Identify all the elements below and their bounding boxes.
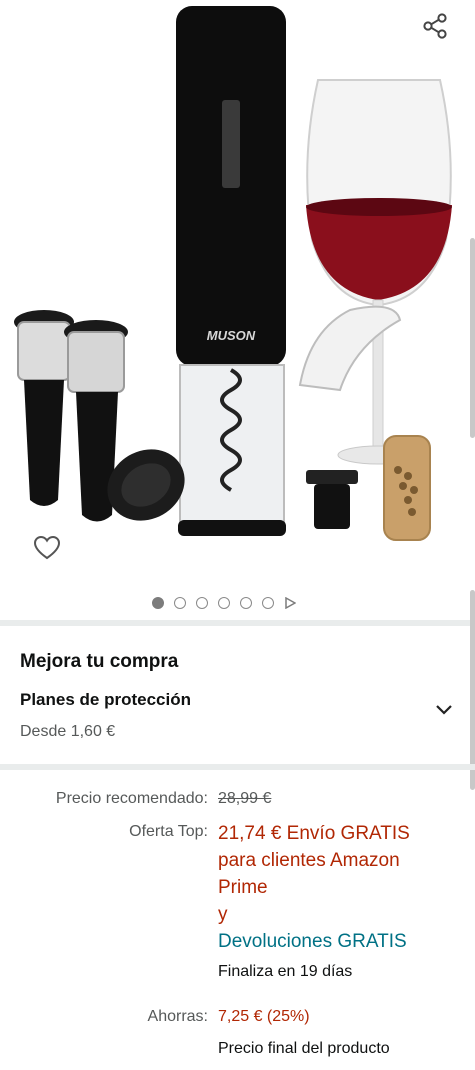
section-title: Mejora tu compra (20, 651, 179, 672)
brand-logo-text: MUSON (207, 328, 256, 343)
image-carousel-indicator[interactable] (152, 597, 296, 609)
carousel-dot[interactable] (240, 597, 252, 609)
list-price-row: Precio recomendado: 28,99 € (0, 790, 475, 812)
deal-conjunction: y (218, 904, 228, 925)
scrollbar-thumb-secondary[interactable] (470, 590, 475, 790)
carousel-dot[interactable] (152, 597, 164, 609)
deal-shipping-line: para clientes Amazon (218, 850, 400, 871)
list-price-label: Precio recomendado: (55, 790, 208, 807)
deal-price-row: Oferta Top: 21,74 € Envío GRATIS para cl… (0, 820, 475, 1020)
heart-icon (33, 535, 61, 560)
protection-plans-price: Desde 1,60 € (20, 723, 116, 740)
product-image-gallery[interactable]: MUSON (0, 0, 475, 620)
savings-value: 7,25 € (25%) (218, 1008, 310, 1025)
electric-opener-illustration: MUSON (176, 6, 286, 536)
add-to-wishlist-button[interactable] (30, 532, 64, 564)
carousel-dot[interactable] (174, 597, 186, 609)
final-price-note: Precio final del producto (218, 1040, 390, 1057)
price-details: Precio recomendado: 28,99 € Oferta Top: … (0, 780, 475, 1070)
expand-protection-plans-button[interactable] (430, 696, 458, 724)
deal-label: Oferta Top: (129, 823, 208, 840)
carousel-dot[interactable] (262, 597, 274, 609)
wine-glass-illustration (306, 79, 452, 465)
savings-label: Ahorras: (147, 1008, 208, 1025)
protection-plans-title[interactable]: Planes de protección (20, 690, 191, 710)
play-icon[interactable] (284, 597, 296, 609)
share-button[interactable] (418, 10, 452, 42)
free-returns-link[interactable]: Devoluciones GRATIS (218, 928, 410, 955)
chevron-down-icon (436, 705, 452, 715)
carousel-dot[interactable] (196, 597, 208, 609)
list-price-value: 28,99 € (218, 790, 272, 807)
section-divider (0, 764, 475, 770)
deal-prime-line: Prime (218, 877, 268, 898)
deal-ends-note: Finaliza en 19 días (218, 963, 353, 980)
carousel-dot[interactable] (218, 597, 230, 609)
deal-price-line: 21,74 € Envío GRATIS (218, 823, 410, 844)
upgrade-purchase-section: Mejora tu compra Planes de protección De… (0, 630, 475, 760)
share-icon (423, 13, 447, 39)
product-image[interactable]: MUSON (0, 0, 475, 560)
scrollbar-thumb[interactable] (470, 238, 475, 438)
savings-row: Ahorras: 7,25 € (25%) (0, 1008, 475, 1030)
cork-illustration (383, 435, 431, 541)
final-price-row: Precio final del producto (0, 1040, 475, 1062)
section-divider (0, 620, 475, 626)
